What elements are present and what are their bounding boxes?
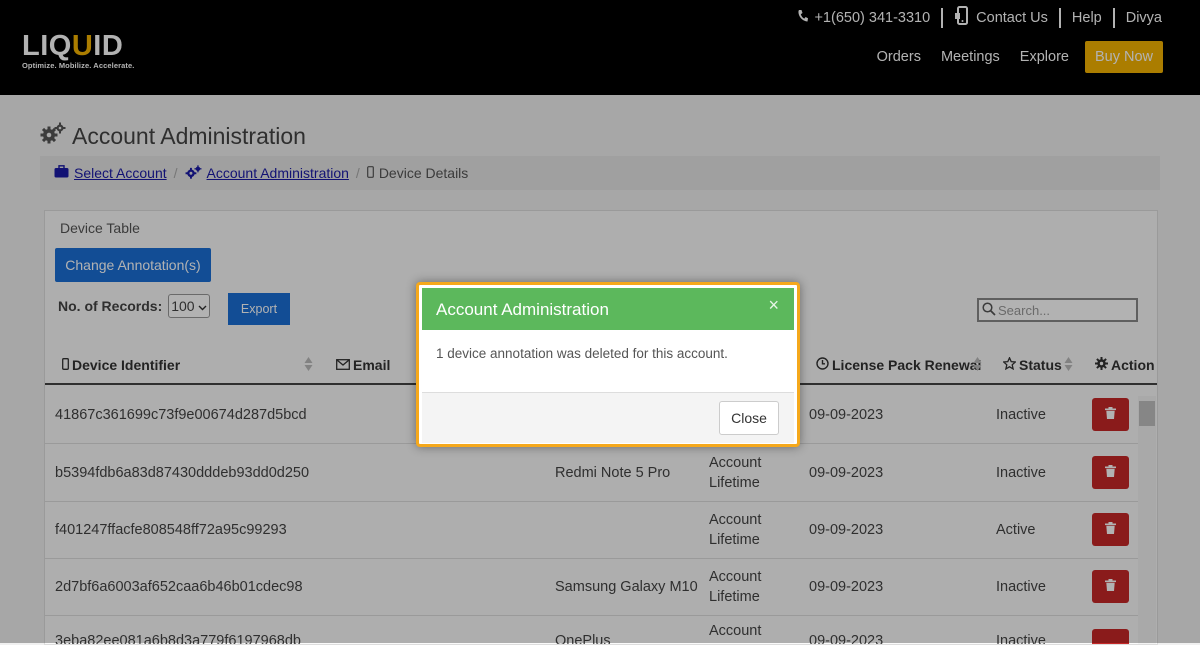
close-icon[interactable]: ×: [768, 295, 779, 316]
modal-header: Account Administration ×: [422, 288, 794, 330]
modal-message: 1 device annotation was deleted for this…: [436, 346, 728, 361]
modal-footer: Close: [422, 392, 794, 443]
account-admin-modal: Account Administration × 1 device annota…: [416, 282, 800, 447]
close-button[interactable]: Close: [719, 401, 779, 435]
modal-title: Account Administration: [436, 300, 609, 319]
